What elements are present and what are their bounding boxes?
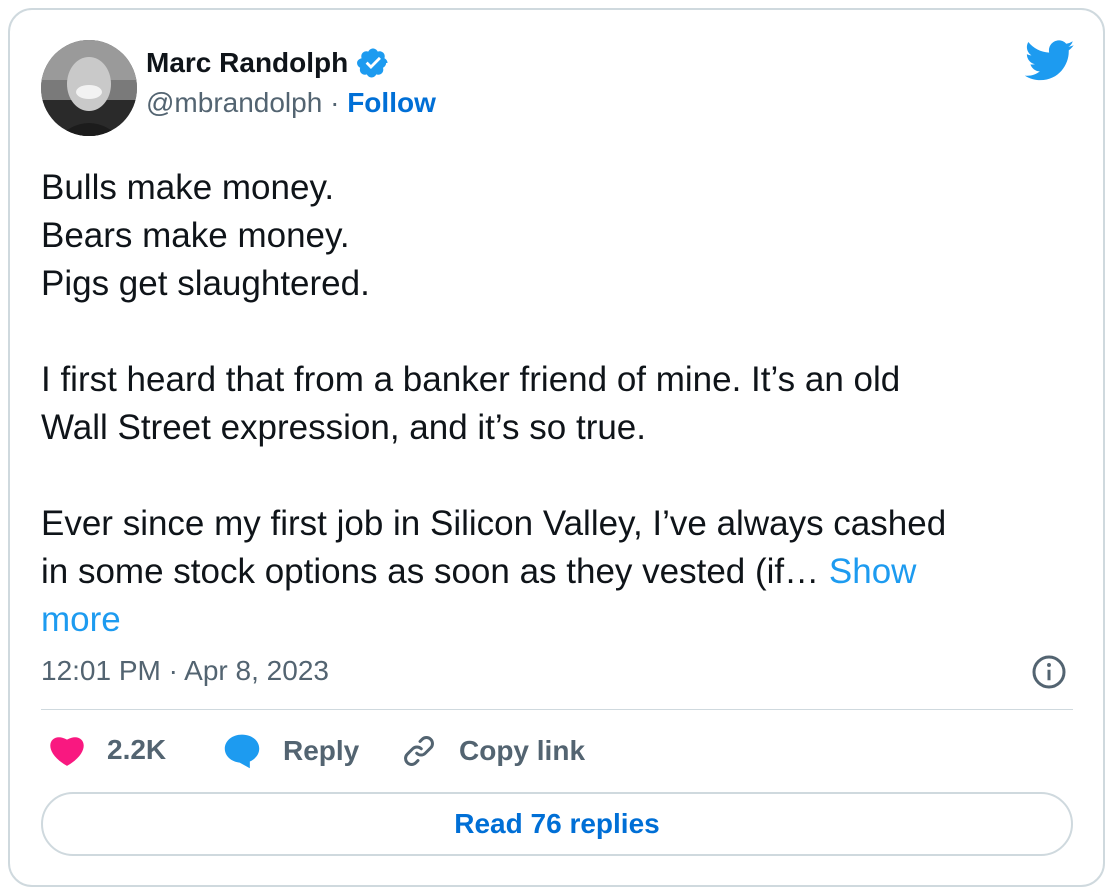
reply-button[interactable]: Reply — [223, 733, 359, 769]
divider — [41, 709, 1073, 710]
twitter-bird-icon[interactable] — [1025, 40, 1075, 82]
show-more-link[interactable]: Show — [829, 552, 917, 591]
copy-link-label: Copy link — [459, 735, 586, 766]
tweet-line: Pigs get slaughtered. — [41, 264, 370, 303]
tweet-line: Bulls make money. — [41, 168, 335, 207]
tweet-line-last: in some stock options as soon as they ve… — [41, 548, 1081, 596]
tweet-line: in some stock options as soon as they ve… — [41, 552, 829, 591]
tweet-text: Bulls make money. Bears make money. Pigs… — [41, 164, 1081, 644]
heart-icon — [50, 737, 84, 766]
verified-badge-icon — [357, 48, 388, 78]
link-icon — [404, 736, 434, 766]
handle-row: @mbrandolph · Follow — [146, 87, 436, 119]
avatar[interactable] — [41, 40, 137, 136]
info-icon[interactable] — [1031, 654, 1067, 690]
tweet-line: I first heard that from a banker friend … — [41, 360, 901, 399]
tweet-card: Marc Randolph @mbrandolph · Follow Bulls… — [8, 8, 1105, 887]
author-name[interactable]: Marc Randolph — [146, 47, 348, 79]
handle-separator: · — [330, 87, 348, 118]
like-count: 2.2K — [107, 734, 167, 765]
follow-link[interactable]: Follow — [347, 87, 436, 118]
copy-link-button[interactable]: Copy link — [401, 733, 585, 769]
read-replies-button[interactable]: Read 76 replies — [41, 792, 1073, 856]
author-name-row[interactable]: Marc Randolph — [146, 46, 390, 80]
like-button[interactable]: 2.2K — [49, 733, 166, 767]
reply-bubble-icon — [224, 734, 260, 769]
reply-label: Reply — [283, 735, 360, 766]
tweet-line: Wall Street expression, and it’s so true… — [41, 408, 646, 447]
tweet-line: Bears make money. — [41, 216, 350, 255]
show-more-link-continued[interactable]: more — [41, 596, 1081, 644]
author-handle[interactable]: @mbrandolph — [146, 87, 322, 118]
tweet-line: Ever since my first job in Silicon Valle… — [41, 504, 947, 543]
tweet-timestamp[interactable]: 12:01 PM · Apr 8, 2023 — [41, 655, 329, 687]
